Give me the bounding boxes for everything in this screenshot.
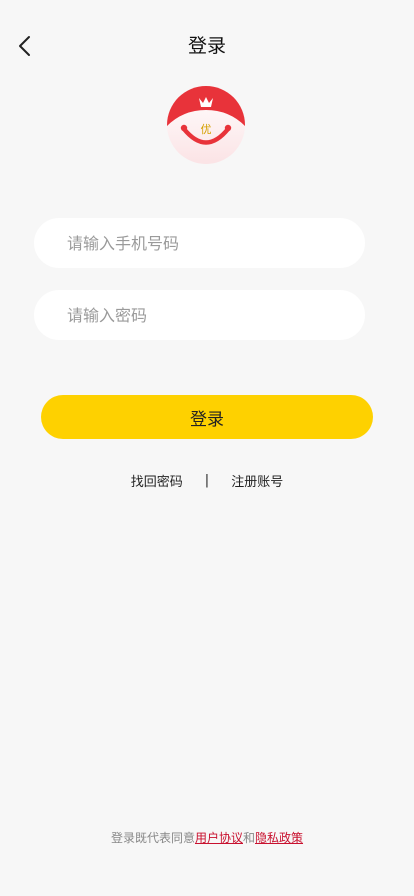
nav-bar: 登录 <box>0 0 414 92</box>
forgot-password-link[interactable]: 找回密码 <box>131 471 183 490</box>
page-title: 登录 <box>187 35 226 57</box>
login-button[interactable]: 登录 <box>41 395 373 439</box>
logo-badge-text: 优 <box>201 123 212 136</box>
link-separator: | <box>204 472 210 488</box>
agreement-notice: 登录既代表同意用户协议和隐私政策 <box>0 830 414 846</box>
register-link[interactable]: 注册账号 <box>231 471 283 490</box>
agreement-prefix: 登录既代表同意 <box>110 831 195 845</box>
user-agreement-link[interactable]: 用户协议 <box>195 831 243 845</box>
app-logo-icon: 优 <box>167 86 245 164</box>
password-input[interactable] <box>34 290 365 340</box>
agreement-conjunction: 和 <box>243 831 256 845</box>
phone-field[interactable] <box>34 218 365 268</box>
privacy-policy-link[interactable]: 隐私政策 <box>255 831 303 845</box>
auth-links: 找回密码 | 注册账号 <box>0 470 414 490</box>
password-field[interactable] <box>34 290 365 340</box>
phone-input[interactable] <box>34 218 365 268</box>
login-screen: 登录 优 登录 找回密码 | 注册账号 登录既代表同意用户协议和隐私政策 <box>0 0 414 896</box>
